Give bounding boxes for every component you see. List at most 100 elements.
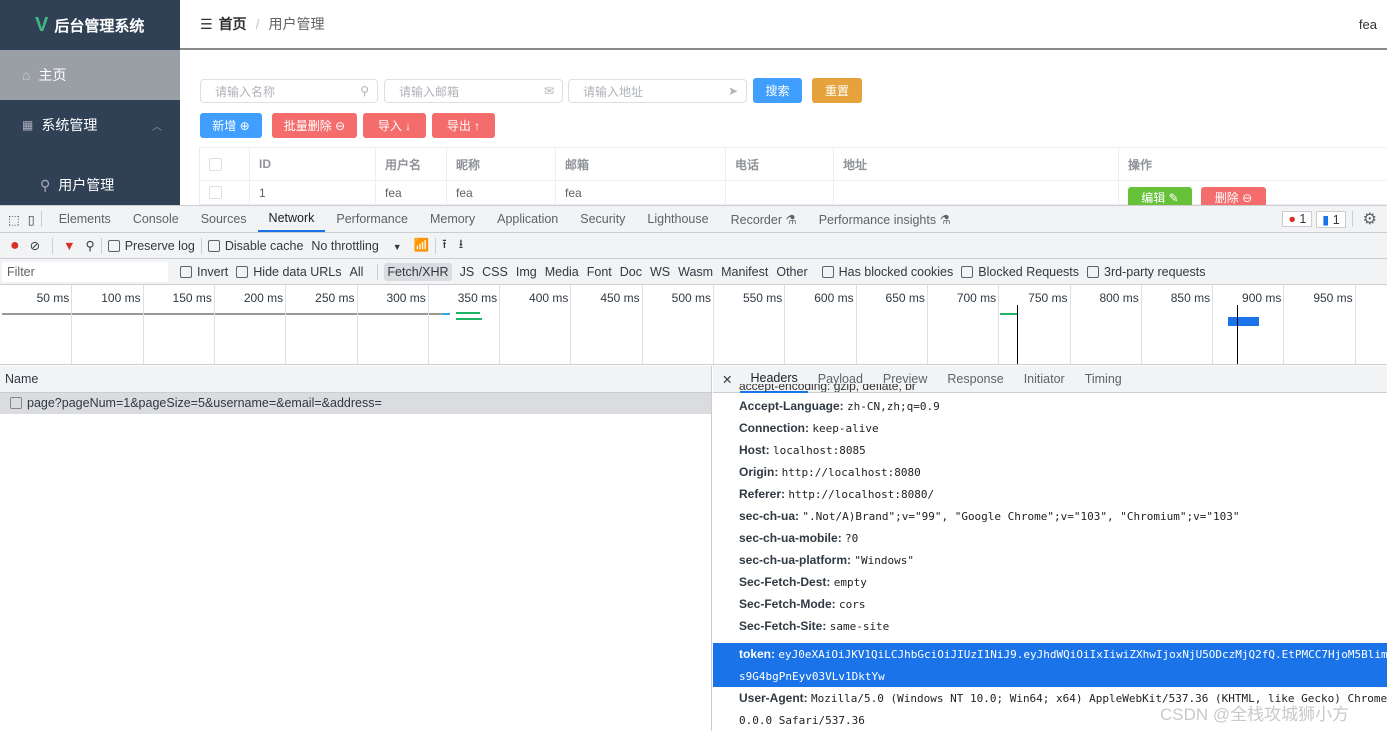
import-button[interactable]: 导入 ↓ (363, 113, 426, 138)
tab-performance[interactable]: Performance (325, 206, 419, 232)
tab-memory[interactable]: Memory (419, 206, 486, 232)
search-button[interactable]: 搜索 (753, 78, 802, 103)
column-header: 电话 (726, 148, 834, 181)
export-har-icon[interactable]: ⭳ (459, 235, 463, 256)
header-value: keep-alive (812, 422, 879, 435)
logo: V 后台管理系统 (35, 13, 145, 36)
tab-security[interactable]: Security (569, 206, 636, 232)
tab-application[interactable]: Application (486, 206, 569, 232)
header-line: sec-ch-ua-mobile: ?0 (739, 527, 858, 550)
timeline-tick: 950 ms (1313, 285, 1356, 364)
header-key: Referer: (739, 487, 786, 501)
throttling-select[interactable]: No throttling ▼ (311, 239, 401, 253)
invert-checkbox[interactable]: Invert (180, 265, 228, 279)
name-search-input[interactable]: 请输入名称 ⚲ (200, 79, 378, 103)
tab-elements[interactable]: Elements (48, 206, 122, 232)
filter-type-manifest[interactable]: Manifest (721, 265, 768, 279)
network-timeline[interactable]: 50 ms 100 ms 150 ms 200 ms 250 ms 300 ms 350 m… (0, 285, 1387, 365)
user-icon: ⚲ (40, 176, 51, 193)
sidebar-item-users[interactable]: ⚲ 用户管理 (0, 160, 180, 210)
tab-timing[interactable]: Timing (1075, 366, 1132, 393)
header-line: Origin: http://localhost:8080 (739, 461, 921, 484)
search-icon[interactable]: ⚲ (86, 238, 95, 253)
header-line: Accept-Language: zh-CN,zh;q=0.9 (739, 395, 940, 418)
select-all-checkbox[interactable] (209, 157, 222, 171)
export-button[interactable]: 导出 ↑ (432, 113, 495, 138)
filter-input[interactable]: Filter (2, 261, 168, 282)
disable-cache-checkbox[interactable]: Disable cache (207, 239, 303, 253)
filter-icon[interactable]: ▼ (63, 239, 75, 253)
filter-type-img[interactable]: Img (516, 265, 537, 279)
timeline-tick: 250 ms (315, 285, 358, 364)
devtools-tabbar: ⬚ ▯ Elements Console Sources Network Perform… (0, 206, 1387, 233)
message-icon: ▮ (1322, 212, 1330, 227)
filter-type-wasm[interactable]: Wasm (678, 265, 713, 279)
filter-type-doc[interactable]: Doc (620, 265, 642, 279)
has-blocked-cookies-checkbox[interactable]: Has blocked cookies (821, 265, 953, 279)
location-icon: ➤ (727, 84, 738, 98)
errors-badge[interactable]: ● 1 (1282, 211, 1313, 227)
address-search-input[interactable]: 请输入地址 ➤ (568, 79, 747, 103)
user-menu[interactable]: fea (1359, 17, 1377, 32)
timeline-tick: 700 ms (957, 285, 1000, 364)
tab-performance-insights[interactable]: Performance insights ⚗ (808, 206, 962, 232)
header-value: "Windows" (854, 554, 914, 567)
row-checkbox[interactable] (209, 186, 222, 199)
menu-fold-icon[interactable]: ☰ (200, 16, 213, 33)
filter-type-js[interactable]: JS (460, 265, 475, 279)
timeline-tick-label: 400 ms (529, 291, 569, 305)
timeline-tick: 150 ms (173, 285, 215, 364)
devtools-panel: ⬚ ▯ Elements Console Sources Network Perform… (0, 205, 1387, 731)
email-search-input[interactable]: 请输入邮箱 ✉ (384, 79, 563, 103)
timeline-bar (2, 313, 442, 315)
tab-network[interactable]: Network (257, 206, 326, 232)
hide-data-urls-checkbox[interactable]: Hide data URLs (236, 265, 342, 279)
sidebar-item-system[interactable]: ▦ 系统管理 ︿ (0, 100, 180, 150)
header-line: Sec-Fetch-Mode: cors (739, 593, 866, 616)
close-details-icon[interactable]: ✕ (722, 372, 732, 387)
import-har-icon[interactable]: ⭱ (442, 235, 446, 256)
network-toolbar: ● ⊘ ▼ ⚲ Preserve log Disable cache No th… (0, 233, 1387, 259)
filter-type-css[interactable]: CSS (482, 265, 508, 279)
filter-type-media[interactable]: Media (545, 265, 579, 279)
add-button[interactable]: 新增 ⊕ (200, 113, 262, 138)
tab-recorder[interactable]: Recorder ⚗ (720, 206, 808, 232)
header-key: sec-ch-ua-platform: (739, 553, 852, 567)
request-details-panel: ✕ Headers Payload Preview Response Initiator… (713, 366, 1387, 731)
tab-initiator[interactable]: Initiator (1014, 366, 1075, 393)
timeline-tick-label: 450 ms (600, 291, 640, 305)
settings-gear-icon[interactable]: ⚙ (1363, 209, 1377, 229)
clear-icon[interactable]: ⊘ (30, 238, 40, 253)
mail-icon: ✉ (543, 84, 554, 98)
batch-delete-button[interactable]: 批量删除 ⊖ (272, 113, 357, 138)
name-column-header[interactable]: Name (0, 366, 711, 393)
sidebar-item-home[interactable]: ⌂ 主页 (0, 50, 180, 100)
device-toolbar-icon[interactable]: ▯ (28, 212, 35, 227)
reset-button[interactable]: 重置 (812, 78, 862, 103)
third-party-checkbox[interactable]: 3rd-party requests (1087, 265, 1205, 279)
blocked-requests-checkbox[interactable]: Blocked Requests (961, 265, 1079, 279)
filter-type-fetch-xhr[interactable]: Fetch/XHR (384, 262, 452, 281)
header-line-token[interactable]: token: eyJ0eXAiOiJKV1QiLCJhbGciOiJIUzI1N… (713, 643, 1387, 687)
tab-response[interactable]: Response (937, 366, 1013, 393)
tab-lighthouse[interactable]: Lighthouse (636, 206, 719, 232)
timeline-tick: 350 ms (458, 285, 501, 364)
network-conditions-icon[interactable]: 📶 (414, 238, 430, 253)
filter-type-ws[interactable]: WS (650, 265, 670, 279)
breadcrumb-home[interactable]: 首页 (219, 14, 247, 34)
messages-badge[interactable]: ▮ 1 (1316, 210, 1346, 228)
inspect-element-icon[interactable]: ⬚ (8, 212, 20, 227)
tab-sources[interactable]: Sources (190, 206, 258, 232)
header-line-cut: accept-encoding: gzip, deflate, br (739, 384, 916, 392)
filter-type-font[interactable]: Font (587, 265, 612, 279)
filter-type-other[interactable]: Other (776, 265, 807, 279)
tab-console[interactable]: Console (122, 206, 190, 232)
filter-type-all[interactable]: All (350, 265, 364, 279)
grid-icon: ▦ (22, 118, 34, 132)
column-header: 昵称 (447, 148, 556, 181)
timeline-tick-label: 200 ms (243, 291, 284, 305)
record-icon[interactable]: ● (10, 237, 20, 255)
preserve-log-checkbox[interactable]: Preserve log (107, 239, 195, 253)
timeline-tick: 100 ms (101, 285, 144, 364)
request-row[interactable]: page?pageNum=1&pageSize=5&username=&emai… (0, 393, 711, 414)
